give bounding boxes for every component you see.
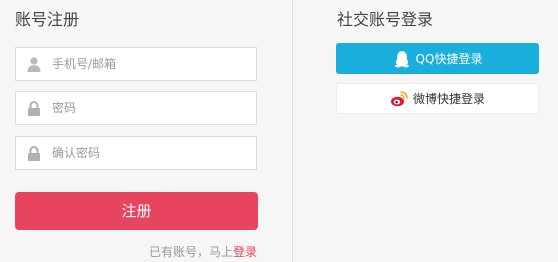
phone-email-field[interactable] <box>15 47 257 81</box>
register-button[interactable]: 注册 <box>15 192 258 230</box>
weibo-login-label: 微博快捷登录 <box>412 92 485 106</box>
qq-penguin-icon <box>394 50 409 67</box>
login-link[interactable]: 登录 <box>233 245 257 259</box>
confirm-password-field[interactable] <box>15 136 257 170</box>
password-input[interactable] <box>52 92 247 124</box>
qq-login-button[interactable]: QQ快捷登录 <box>336 43 539 74</box>
user-icon <box>27 57 41 72</box>
register-panel: 账号注册 注册 已有账号，马上登录 <box>0 0 292 262</box>
login-hint: 已有账号，马上登录 <box>149 243 257 260</box>
weibo-login-button[interactable]: 微博快捷登录 <box>336 83 539 114</box>
social-login-panel: 社交账号登录 QQ快捷登录 微博快捷登录 <box>293 0 558 262</box>
phone-email-input[interactable] <box>52 48 247 80</box>
confirm-password-input[interactable] <box>52 137 247 169</box>
lock-icon <box>28 146 40 161</box>
login-hint-text: 已有账号，马上 <box>149 245 234 259</box>
lock-icon <box>28 101 40 116</box>
social-login-title: 社交账号登录 <box>337 10 434 29</box>
qq-login-label: QQ快捷登录 <box>415 52 483 66</box>
weibo-icon <box>390 90 408 106</box>
password-field[interactable] <box>15 91 257 125</box>
register-title: 账号注册 <box>15 10 80 29</box>
